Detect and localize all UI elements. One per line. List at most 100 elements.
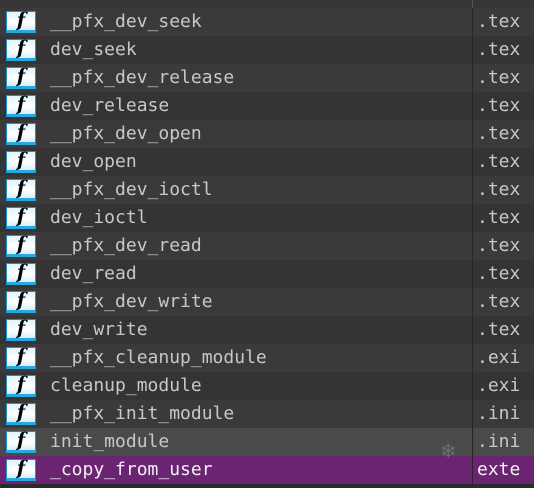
column-divider	[472, 344, 473, 372]
column-divider	[472, 288, 473, 316]
function-icon: f	[6, 431, 36, 453]
column-divider	[472, 456, 473, 484]
function-segment: .tex	[477, 151, 521, 172]
function-icon: f	[6, 179, 36, 201]
function-icon-glyph: f	[16, 233, 26, 255]
function-icon-glyph: f	[16, 121, 26, 143]
function-row[interactable]: f __pfx_dev_release .tex	[0, 64, 534, 92]
function-name: dev_read	[50, 263, 137, 284]
function-row[interactable]: f __pfx_init_module .ini	[0, 400, 534, 428]
function-row[interactable]: f dev_ioctl .tex	[0, 204, 534, 232]
function-icon: f	[6, 263, 36, 285]
function-name: cleanup_module	[50, 375, 202, 396]
column-header-separator[interactable]	[472, 0, 473, 8]
function-icon-glyph: f	[16, 429, 26, 451]
function-row[interactable]: f __pfx_dev_open .tex	[0, 120, 534, 148]
function-segment: .tex	[477, 235, 521, 256]
function-name: _copy_from_user	[50, 459, 213, 480]
column-divider	[472, 64, 473, 92]
function-row[interactable]: f __pfx_dev_write .tex	[0, 288, 534, 316]
function-segment: .tex	[477, 179, 521, 200]
function-icon: f	[6, 123, 36, 145]
function-icon-glyph: f	[16, 37, 26, 59]
function-segment: .tex	[477, 39, 521, 60]
function-segment: .ini	[477, 431, 521, 452]
function-icon: f	[6, 11, 36, 33]
column-header-bar[interactable]	[0, 0, 534, 8]
function-icon-glyph: f	[16, 9, 26, 31]
function-segment: exte	[477, 459, 521, 480]
column-divider	[472, 92, 473, 120]
function-segment: .tex	[477, 11, 521, 32]
function-name: __pfx_init_module	[50, 403, 235, 424]
function-name: __pfx_dev_release	[50, 67, 235, 88]
function-name: dev_write	[50, 319, 148, 340]
function-icon: f	[6, 291, 36, 313]
function-name: dev_seek	[50, 39, 137, 60]
function-icon-glyph: f	[16, 373, 26, 395]
function-segment: .tex	[477, 263, 521, 284]
function-icon: f	[6, 95, 36, 117]
function-icon-glyph: f	[16, 177, 26, 199]
function-icon: f	[6, 207, 36, 229]
function-row[interactable]: f __pfx_dev_seek .tex	[0, 8, 534, 36]
function-name: init_module	[50, 431, 170, 452]
function-row[interactable]: f __pfx_dev_ioctl .tex	[0, 176, 534, 204]
function-name: dev_release	[50, 95, 170, 116]
functions-list: f __pfx_dev_seek .tex f dev_seek .tex f __pfx_d…	[0, 8, 534, 484]
function-icon-glyph: f	[16, 205, 26, 227]
function-name: __pfx_dev_open	[50, 123, 202, 144]
function-name: __pfx_dev_ioctl	[50, 179, 213, 200]
function-name: __pfx_cleanup_module	[50, 347, 267, 368]
function-row[interactable]: f dev_write .tex	[0, 316, 534, 344]
function-row[interactable]: f __pfx_dev_read .tex	[0, 232, 534, 260]
column-divider	[472, 316, 473, 344]
function-row[interactable]: f dev_open .tex	[0, 148, 534, 176]
column-divider	[472, 8, 473, 36]
function-row[interactable]: f _copy_from_user exte	[0, 456, 534, 484]
function-icon: f	[6, 375, 36, 397]
column-divider	[472, 232, 473, 260]
function-row[interactable]: f __pfx_cleanup_module .exi	[0, 344, 534, 372]
column-divider	[472, 176, 473, 204]
function-row[interactable]: f dev_seek .tex	[0, 36, 534, 64]
function-segment: .tex	[477, 95, 521, 116]
function-icon-glyph: f	[16, 457, 26, 479]
function-name: __pfx_dev_write	[50, 291, 213, 312]
function-icon-glyph: f	[16, 317, 26, 339]
function-icon: f	[6, 151, 36, 173]
function-icon: f	[6, 235, 36, 257]
function-segment: .tex	[477, 67, 521, 88]
column-divider	[472, 400, 473, 428]
function-icon-glyph: f	[16, 345, 26, 367]
function-segment: .tex	[477, 207, 521, 228]
function-row[interactable]: f cleanup_module .exi	[0, 372, 534, 400]
function-row[interactable]: f dev_release .tex	[0, 92, 534, 120]
function-segment: .tex	[477, 123, 521, 144]
function-segment: .ini	[477, 403, 521, 424]
function-name: dev_open	[50, 151, 137, 172]
column-divider	[472, 372, 473, 400]
function-name: dev_ioctl	[50, 207, 148, 228]
function-icon: f	[6, 459, 36, 481]
function-icon-glyph: f	[16, 65, 26, 87]
function-row[interactable]: f dev_read .tex	[0, 260, 534, 288]
column-divider	[472, 428, 473, 456]
function-segment: .tex	[477, 291, 521, 312]
function-icon: f	[6, 319, 36, 341]
function-icon-glyph: f	[16, 289, 26, 311]
function-icon-glyph: f	[16, 149, 26, 171]
function-segment: .exi	[477, 375, 521, 396]
function-icon-glyph: f	[16, 261, 26, 283]
function-name: __pfx_dev_seek	[50, 11, 202, 32]
function-row[interactable]: f init_module .ini	[0, 428, 534, 456]
column-divider	[472, 148, 473, 176]
column-divider	[472, 260, 473, 288]
function-icon: f	[6, 67, 36, 89]
column-divider	[472, 120, 473, 148]
function-icon-glyph: f	[16, 401, 26, 423]
function-icon: f	[6, 39, 36, 61]
function-segment: .exi	[477, 347, 521, 368]
function-icon: f	[6, 347, 36, 369]
column-divider	[472, 36, 473, 64]
